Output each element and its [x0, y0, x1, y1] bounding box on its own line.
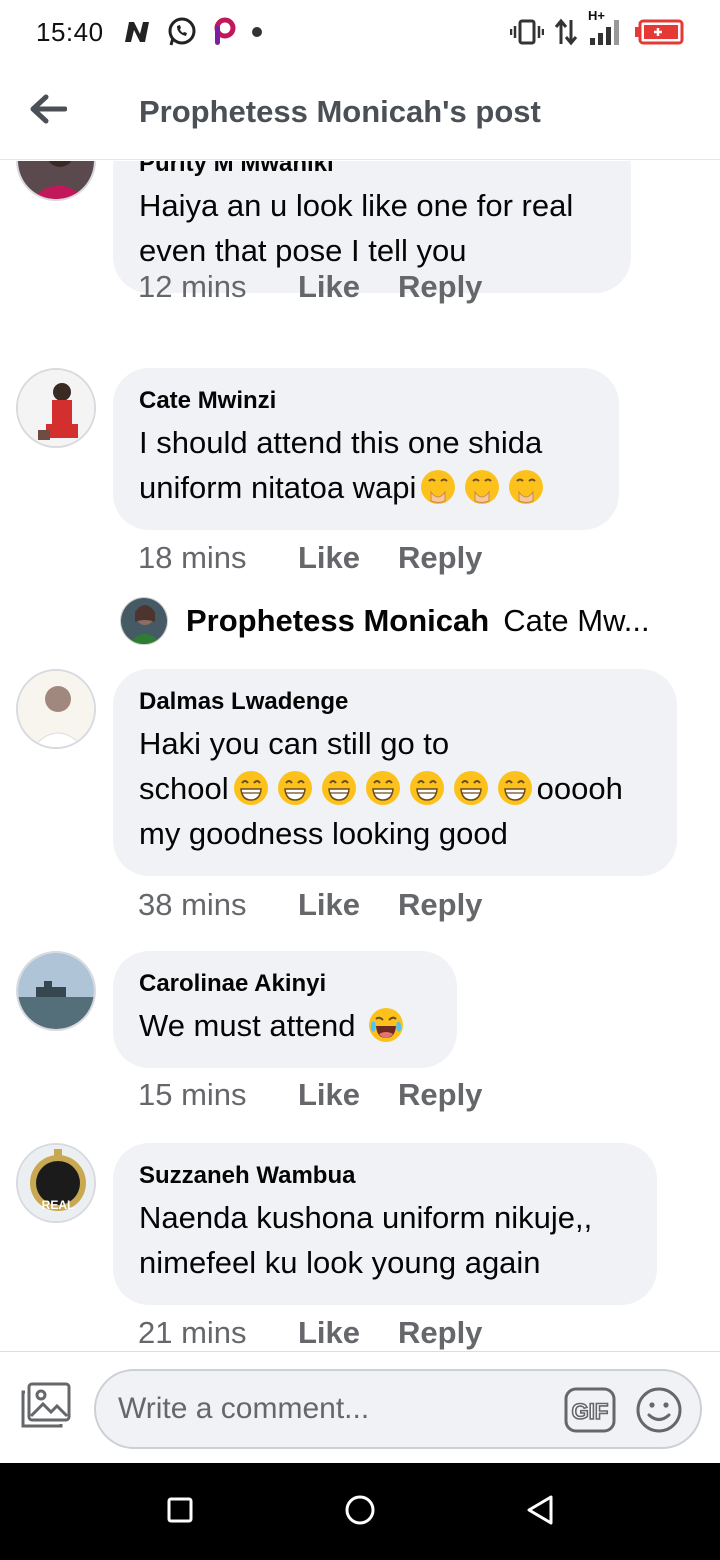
status-time: 15:40: [36, 16, 104, 47]
avatar[interactable]: [120, 597, 168, 645]
smiley-icon: [634, 1387, 684, 1439]
comment-time[interactable]: 15 mins: [138, 1077, 298, 1113]
back-button[interactable]: [0, 64, 96, 160]
arrow-left-icon: [29, 94, 68, 129]
square-icon: [166, 1496, 194, 1529]
grinning-face-icon: [232, 769, 270, 807]
circle-icon: [343, 1493, 377, 1532]
battery-icon: [634, 19, 684, 45]
avatar[interactable]: REAL: [16, 1143, 96, 1223]
whatsapp-icon: [166, 16, 198, 48]
network-type-label: H+: [588, 8, 605, 23]
grinning-face-icon: [320, 769, 358, 807]
avatar[interactable]: [16, 368, 96, 448]
reply-button[interactable]: Reply: [398, 1315, 482, 1351]
like-button[interactable]: Like: [298, 1077, 398, 1113]
avatar[interactable]: [16, 669, 96, 749]
comment-text: Haiya an u look like one for real even t…: [139, 188, 574, 268]
grinning-face-icon: [452, 769, 490, 807]
comment-text: Naenda kushona uniform nikuje,, nimefeel…: [139, 1200, 593, 1280]
comment-meta: 21 mins Like Reply: [138, 1315, 482, 1351]
signal-icon: H+: [588, 8, 624, 46]
face-with-tears-of-joy-icon: [367, 1006, 405, 1044]
comment-time[interactable]: 18 mins: [138, 540, 298, 576]
reply-snippet: Cate Mw...: [503, 603, 650, 638]
avatar[interactable]: [16, 161, 96, 201]
vibrate-icon: [510, 18, 544, 46]
comment-list: Purity M Mwaniki Haiya an u look like on…: [0, 161, 720, 1351]
comment-meta: 12 mins Like Reply: [138, 269, 482, 305]
face-with-hand-over-mouth-icon: [463, 468, 501, 506]
comment-author[interactable]: Cate Mwinzi: [139, 386, 593, 416]
comment-time[interactable]: 12 mins: [138, 269, 298, 305]
app-header: Prophetess Monicah's post: [0, 64, 720, 160]
picsart-icon: [212, 17, 236, 47]
comment-meta: 15 mins Like Reply: [138, 1077, 482, 1113]
reply-button[interactable]: Reply: [398, 887, 482, 923]
comment-author[interactable]: Carolinae Akinyi: [139, 969, 431, 999]
back-nav-button[interactable]: [519, 1491, 561, 1533]
like-button[interactable]: Like: [298, 1315, 398, 1351]
comment-bubble[interactable]: Suzzaneh Wambua Naenda kushona uniform n…: [113, 1143, 657, 1305]
grinning-face-icon: [364, 769, 402, 807]
grinning-face-icon: [276, 769, 314, 807]
reply-button[interactable]: Reply: [398, 269, 482, 305]
comment-composer: GIF: [0, 1351, 720, 1463]
triangle-back-icon: [524, 1493, 556, 1532]
n-app-icon: [122, 19, 152, 45]
photo-icon: [19, 1380, 73, 1435]
avatar-badge-text: REAL: [42, 1198, 75, 1212]
reply-button[interactable]: Reply: [398, 1077, 482, 1113]
comment-meta: 38 mins Like Reply: [138, 887, 482, 923]
gif-button[interactable]: GIF: [564, 1387, 616, 1433]
comment-text: Haki you can still go to school ooooh my …: [139, 726, 623, 851]
comment-input-box[interactable]: GIF: [94, 1369, 702, 1449]
avatar[interactable]: [16, 951, 96, 1031]
emoji-button[interactable]: [634, 1385, 684, 1435]
reply-preview[interactable]: Prophetess Monicah Cate Mw...: [120, 597, 680, 645]
system-nav-bar: [0, 1463, 720, 1560]
reply-button[interactable]: Reply: [398, 540, 482, 576]
dot-icon: [250, 25, 264, 39]
comment-text: We must attend: [139, 1003, 431, 1048]
comment-text: I should attend this one shida uniform n…: [139, 420, 593, 510]
comment-author[interactable]: Purity M Mwaniki: [139, 161, 605, 179]
status-bar: 15:40 H+: [0, 0, 720, 64]
grinning-face-icon: [408, 769, 446, 807]
like-button[interactable]: Like: [298, 269, 398, 305]
comment-meta: 18 mins Like Reply: [138, 540, 482, 576]
comment-author[interactable]: Dalmas Lwadenge: [139, 687, 651, 717]
face-with-hand-over-mouth-icon: [507, 468, 545, 506]
comment-bubble[interactable]: Cate Mwinzi I should attend this one shi…: [113, 368, 619, 530]
home-button[interactable]: [339, 1491, 381, 1533]
like-button[interactable]: Like: [298, 540, 398, 576]
comment-time[interactable]: 38 mins: [138, 887, 298, 923]
grinning-face-icon: [496, 769, 534, 807]
comment-bubble[interactable]: Dalmas Lwadenge Haki you can still go to…: [113, 669, 677, 876]
like-button[interactable]: Like: [298, 887, 398, 923]
page-title: Prophetess Monicah's post: [139, 93, 541, 129]
comment-time[interactable]: 21 mins: [138, 1315, 298, 1351]
face-with-hand-over-mouth-icon: [419, 468, 457, 506]
comment-author[interactable]: Suzzaneh Wambua: [139, 1161, 631, 1191]
comment-input[interactable]: [118, 1392, 548, 1426]
data-transfer-icon: [554, 18, 578, 46]
reply-author: Prophetess Monicah: [186, 603, 490, 638]
photo-button[interactable]: [14, 1376, 78, 1440]
comment-bubble[interactable]: Carolinae Akinyi We must attend: [113, 951, 457, 1068]
gif-label: GIF: [572, 1399, 609, 1424]
recents-button[interactable]: [159, 1491, 201, 1533]
